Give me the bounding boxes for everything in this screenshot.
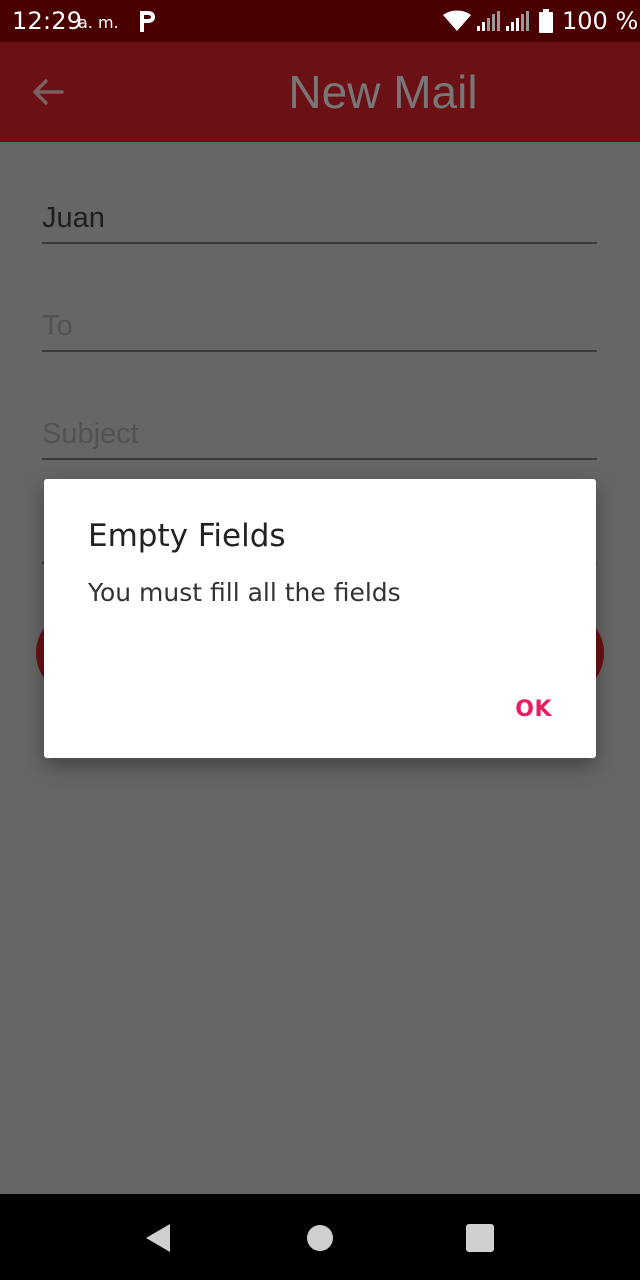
from-name-field[interactable]: Juan bbox=[42, 182, 597, 244]
app-bar: New Mail bbox=[0, 42, 640, 142]
page-title: New Mail bbox=[288, 66, 478, 118]
wifi-icon bbox=[443, 10, 471, 31]
to-placeholder: To bbox=[42, 310, 73, 342]
subject-field[interactable]: Subject bbox=[42, 398, 597, 460]
dialog-title: Empty Fields bbox=[88, 518, 286, 554]
nav-recents-icon[interactable] bbox=[466, 1224, 494, 1252]
subject-placeholder: Subject bbox=[42, 418, 139, 450]
signal-icon bbox=[477, 11, 500, 31]
nav-home-icon[interactable] bbox=[307, 1225, 333, 1251]
battery-percentage: 100 % bbox=[562, 7, 639, 35]
navigation-bar bbox=[0, 1194, 640, 1280]
status-ampm: a. m. bbox=[78, 13, 119, 32]
status-bar: 12:29 a. m. 100 % bbox=[0, 0, 640, 42]
from-name-value: Juan bbox=[42, 202, 105, 234]
signal-icon bbox=[506, 11, 529, 31]
alert-dialog: Empty Fields You must fill all the field… bbox=[44, 479, 596, 758]
to-field[interactable]: To bbox=[42, 290, 597, 352]
status-time: 12:29 bbox=[12, 7, 83, 35]
parking-app-icon bbox=[140, 11, 155, 32]
dialog-message: You must fill all the fields bbox=[88, 578, 401, 607]
ok-button[interactable]: OK bbox=[515, 695, 552, 725]
battery-icon bbox=[539, 9, 553, 33]
nav-back-icon[interactable] bbox=[144, 1222, 172, 1254]
